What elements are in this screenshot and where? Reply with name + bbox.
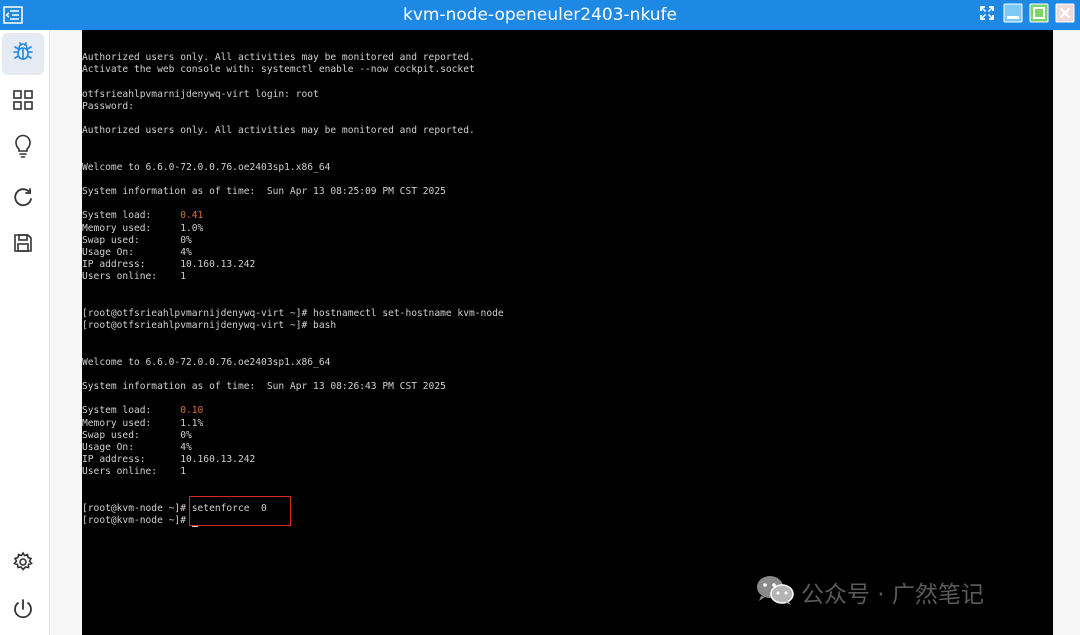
wechat-icon [755, 574, 795, 610]
terminal-output: Authorized users only. All activities ma… [82, 52, 504, 528]
terminal-line-text: Users online: 1 [82, 466, 186, 478]
sidebar-item-tips[interactable] [2, 127, 44, 169]
terminal[interactable]: Authorized users only. All activities ma… [82, 30, 1053, 635]
sidebar-item-save[interactable] [2, 224, 44, 266]
terminal-line-text: Activate the web console with: systemctl… [82, 64, 475, 76]
terminal-line-text: Password: [82, 100, 134, 112]
close-button[interactable] [1054, 3, 1076, 27]
terminal-line: System information as of time: Sun Apr 1… [82, 186, 504, 198]
terminal-line: Authorized users only. All activities ma… [82, 52, 504, 64]
terminal-line: Usage On: 4% [82, 442, 504, 454]
terminal-line: System load: 0.10 [82, 405, 504, 417]
terminal-line-text: Usage On: 4% [82, 247, 192, 258]
terminal-line: Usage On: 4% [82, 247, 504, 259]
terminal-line-text: System load: [82, 405, 181, 417]
terminal-line-text: [root@kvm-node ~]# [82, 515, 192, 527]
fullscreen-button[interactable] [976, 4, 998, 26]
terminal-line: [root@kvm-node ~]# [82, 515, 504, 528]
terminal-line: IP address: 10.160.13.242 [82, 259, 504, 271]
sidebar-item-debug[interactable] [2, 33, 44, 75]
power-icon [12, 598, 34, 624]
terminal-line-text: Welcome to 6.6.0-72.0.0.76.oe2403sp1.x86… [82, 356, 331, 368]
terminal-line: Welcome to 6.6.0-72.0.0.76.oe2403sp1.x86… [82, 357, 504, 369]
terminal-line: Memory used: 1.1% [82, 418, 504, 430]
system-load-value: 0.10 [180, 405, 204, 417]
terminal-line: Authorized users only. All activities ma… [82, 125, 504, 137]
terminal-line-text: System information as of time: Sun Apr 1… [82, 381, 446, 393]
title-bar: kvm-node-openeuler2403-nkufe [0, 0, 1080, 30]
terminal-line-text: Welcome to 6.6.0-72.0.0.76.oe2403sp1.x86… [82, 161, 331, 173]
terminal-line: Welcome to 6.6.0-72.0.0.76.oe2403sp1.x86… [82, 162, 504, 174]
system-load-value: 0.41 [180, 210, 204, 222]
terminal-line: Activate the web console with: systemctl… [82, 64, 504, 76]
terminal-line-text: Swap used: 0% [82, 234, 192, 246]
maximize-icon [1029, 3, 1049, 27]
terminal-line-text: Users online: 1 [82, 271, 186, 283]
terminal-line: System load: 0.41 [82, 210, 504, 222]
terminal-line-text: System information as of time: Sun Apr 1… [82, 186, 446, 198]
minimize-icon [1003, 3, 1023, 27]
terminal-line: [root@otfsrieahlpvmarnijdenywq-virt ~]# … [82, 308, 504, 320]
watermark-text: 公众号 · 广然笔记 [801, 582, 984, 608]
terminal-line-text: Authorized users only. All activities ma… [82, 52, 475, 63]
terminal-line: Users online: 1 [82, 271, 504, 283]
terminal-line: Swap used: 0% [82, 430, 504, 442]
lightbulb-icon [12, 134, 34, 162]
sidebar-item-apps[interactable] [2, 81, 44, 123]
terminal-line: Swap used: 0% [82, 235, 504, 247]
terminal-line: otfsrieahlpvmarnijdenywq-virt login: roo… [82, 89, 504, 101]
terminal-line-text: Authorized users only. All activities ma… [82, 125, 475, 137]
terminal-line-text: Memory used: 1.1% [82, 417, 204, 429]
terminal-line: [root@otfsrieahlpvmarnijdenywq-virt ~]# … [82, 320, 504, 332]
close-icon [1055, 3, 1075, 27]
gear-icon [12, 551, 34, 577]
terminal-line-text: [root@otfsrieahlpvmarnijdenywq-virt ~]# … [82, 320, 337, 332]
terminal-line: System information as of time: Sun Apr 1… [82, 381, 504, 393]
minimize-button[interactable] [1002, 3, 1024, 27]
terminal-line-text: otfsrieahlpvmarnijdenywq-virt login: roo… [82, 88, 319, 100]
terminal-line-text: IP address: 10.160.13.242 [82, 454, 256, 466]
sidebar-item-settings[interactable] [2, 543, 44, 585]
terminal-line: Memory used: 1.0% [82, 223, 504, 235]
maximize-button[interactable] [1028, 3, 1050, 27]
terminal-line: Password: [82, 101, 504, 113]
highlight-box [189, 496, 291, 526]
window-title: kvm-node-openeuler2403-nkufe [402, 5, 678, 25]
sidebar [0, 30, 50, 635]
terminal-line-text: [root@otfsrieahlpvmarnijdenywq-virt ~]# … [82, 307, 504, 319]
refresh-icon [12, 187, 34, 213]
sidebar-item-refresh[interactable] [2, 179, 44, 221]
terminal-line-text: Swap used: 0% [82, 429, 192, 441]
fullscreen-icon [979, 5, 995, 25]
terminal-line: Users online: 1 [82, 466, 504, 478]
terminal-line-text: Memory used: 1.0% [82, 222, 204, 234]
terminal-line-text: IP address: 10.160.13.242 [82, 259, 256, 271]
sidebar-item-power[interactable] [2, 590, 44, 632]
terminal-line-text: System load: [82, 210, 181, 222]
grid-icon [12, 89, 34, 115]
terminal-line-text: Usage On: 4% [82, 442, 192, 453]
watermark: 公众号 · 广然笔记 [755, 574, 984, 610]
terminal-cursor [191, 526, 198, 528]
terminal-line: [root@kvm-node ~]# setenforce 0 [82, 503, 504, 515]
bug-icon [11, 40, 35, 68]
terminal-line: IP address: 10.160.13.242 [82, 454, 504, 466]
save-icon [12, 232, 34, 258]
